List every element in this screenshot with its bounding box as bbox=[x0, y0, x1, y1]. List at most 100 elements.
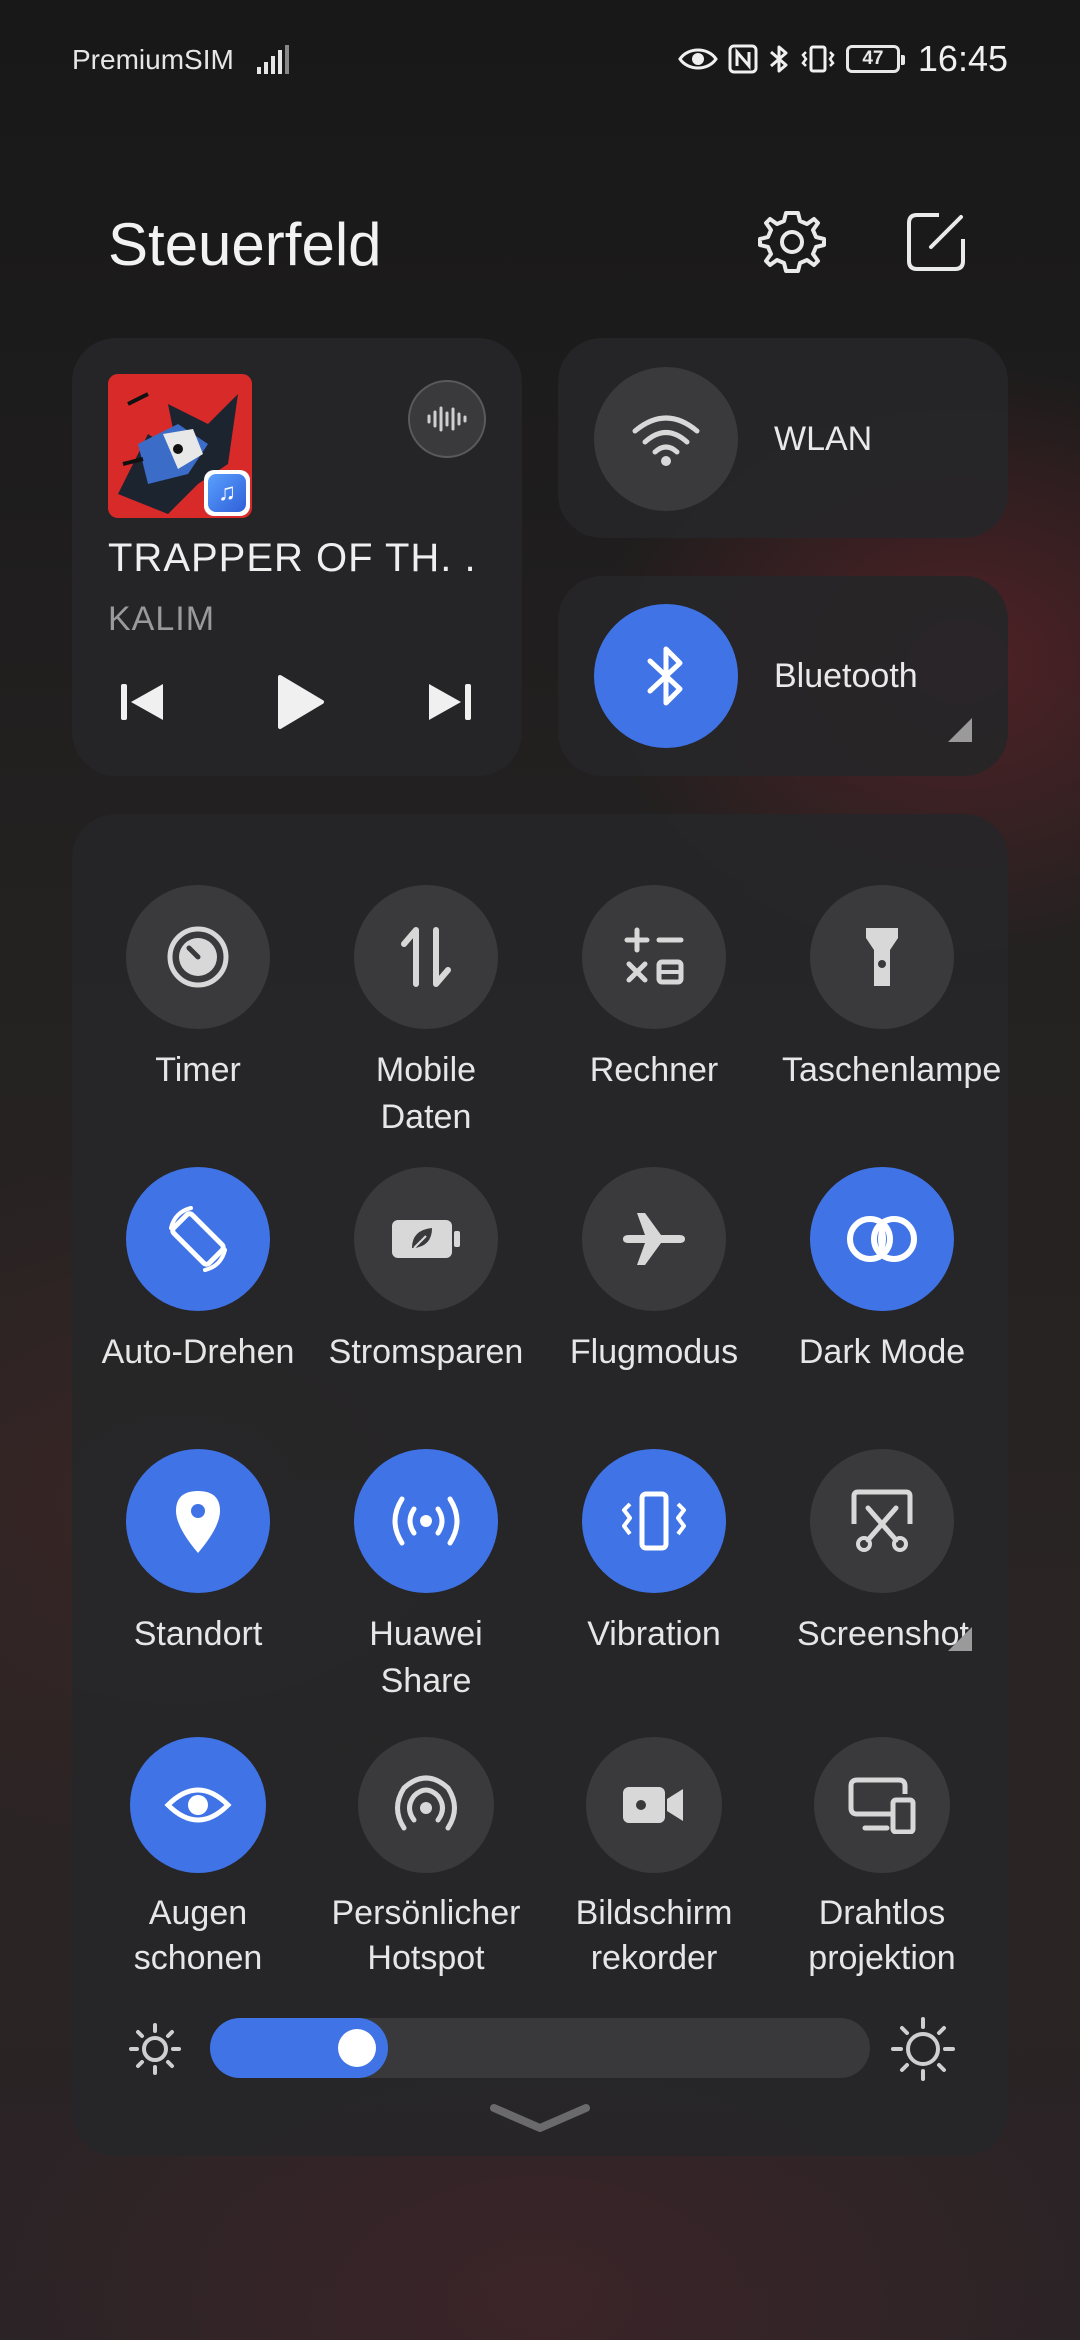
screenshot-toggle[interactable] bbox=[810, 1449, 954, 1593]
dark-mode-toggle[interactable] bbox=[810, 1167, 954, 1311]
wireless-projection-icon bbox=[848, 1777, 916, 1834]
play-icon bbox=[278, 675, 324, 729]
tile-label: Mobile Daten bbox=[375, 1051, 477, 1136]
tile-label: Screenshot bbox=[797, 1615, 969, 1653]
tile-label: Bildschirm rekorder bbox=[575, 1894, 733, 1977]
tile-battery-saver[interactable]: Stromsparen bbox=[311, 1167, 541, 1376]
battery-saver-toggle[interactable] bbox=[354, 1167, 498, 1311]
tile-eye-comfort[interactable]: Augen schonen bbox=[83, 1737, 313, 1981]
nfc-icon bbox=[728, 44, 758, 74]
screenshot-icon bbox=[851, 1489, 913, 1552]
airplane-mode-toggle[interactable] bbox=[582, 1167, 726, 1311]
settings-button[interactable] bbox=[751, 201, 833, 283]
huawei-share-toggle[interactable] bbox=[354, 1449, 498, 1593]
screen-recorder-icon bbox=[623, 1787, 683, 1823]
tile-wireless-projection[interactable]: Drahtlos projektion bbox=[767, 1737, 997, 1981]
signal-icon bbox=[256, 45, 289, 74]
edit-icon bbox=[907, 213, 965, 271]
mobile-data-icon bbox=[401, 927, 451, 987]
wlan-label: WLAN bbox=[774, 420, 873, 458]
timer-toggle[interactable] bbox=[126, 885, 270, 1029]
brightness-high-icon bbox=[890, 2016, 956, 2087]
mobile-data-toggle[interactable] bbox=[354, 885, 498, 1029]
eye-comfort-icon bbox=[164, 1787, 232, 1823]
tile-location[interactable]: Standort bbox=[83, 1449, 313, 1658]
tile-label: Flugmodus bbox=[569, 1333, 739, 1371]
screen-recorder-toggle[interactable] bbox=[586, 1737, 722, 1873]
location-icon bbox=[176, 1491, 220, 1553]
tile-label: Auto-Drehen bbox=[101, 1333, 295, 1371]
tile-airplane-mode[interactable]: Flugmodus bbox=[539, 1167, 769, 1376]
collapse-handle[interactable] bbox=[488, 2100, 592, 2136]
eye-comfort-toggle[interactable] bbox=[130, 1737, 266, 1873]
tile-label: Drahtlos projektion bbox=[808, 1894, 956, 1977]
wireless-projection-toggle[interactable] bbox=[814, 1737, 950, 1873]
tile-hotspot[interactable]: Persönlicher Hotspot bbox=[311, 1737, 541, 1981]
tile-label: Vibration bbox=[587, 1615, 721, 1653]
auto-rotate-toggle[interactable] bbox=[126, 1167, 270, 1311]
status-left: PremiumSIM bbox=[72, 44, 290, 76]
tile-mobile-data[interactable]: Mobile Daten bbox=[311, 885, 541, 1141]
hotspot-toggle[interactable] bbox=[358, 1737, 494, 1873]
tile-screen-recorder[interactable]: Bildschirm rekorder bbox=[539, 1737, 769, 1981]
screenshot-expand-icon[interactable] bbox=[948, 1627, 972, 1651]
tile-vibration[interactable]: Vibration bbox=[539, 1449, 769, 1658]
flashlight-toggle[interactable] bbox=[810, 885, 954, 1029]
track-title: TRAPPER OF TH. . bbox=[108, 536, 477, 580]
edit-button[interactable] bbox=[895, 201, 977, 283]
dark-mode-icon bbox=[847, 1216, 917, 1262]
tile-label: Huawei Share bbox=[369, 1615, 483, 1700]
vibrate-icon bbox=[801, 45, 835, 73]
auto-rotate-icon bbox=[169, 1206, 227, 1272]
hotspot-icon bbox=[395, 1775, 457, 1831]
vibration-icon bbox=[622, 1491, 686, 1551]
clock: 16:45 bbox=[917, 38, 1008, 79]
airplane-icon bbox=[623, 1213, 685, 1265]
tile-flashlight[interactable]: Taschenlampe bbox=[767, 885, 1002, 1094]
calculator-toggle[interactable] bbox=[582, 885, 726, 1029]
carrier-label: PremiumSIM bbox=[72, 44, 234, 75]
tile-label: Standort bbox=[133, 1615, 263, 1653]
tile-label: Stromsparen bbox=[328, 1333, 524, 1371]
tile-dark-mode[interactable]: Dark Mode bbox=[767, 1167, 997, 1376]
battery-icon: 47 bbox=[845, 45, 905, 73]
tile-timer[interactable]: Timer bbox=[83, 885, 313, 1094]
tile-label: Rechner bbox=[589, 1051, 719, 1089]
next-icon bbox=[429, 684, 471, 720]
tile-auto-rotate[interactable]: Auto-Drehen bbox=[83, 1167, 313, 1376]
tile-huawei-share[interactable]: Huawei Share bbox=[311, 1449, 541, 1705]
vibration-toggle[interactable] bbox=[582, 1449, 726, 1593]
settings-icon bbox=[758, 211, 826, 273]
battery-saver-icon bbox=[392, 1220, 460, 1258]
next-button[interactable] bbox=[420, 672, 480, 732]
tile-label: Dark Mode bbox=[798, 1333, 966, 1371]
bluetooth-expand-icon[interactable] bbox=[948, 718, 972, 742]
tile-label: Timer bbox=[155, 1051, 241, 1089]
bluetooth-icon bbox=[769, 45, 788, 73]
play-button[interactable] bbox=[268, 670, 332, 734]
tile-label: Taschenlampe bbox=[782, 1051, 1002, 1089]
timer-icon bbox=[167, 926, 229, 988]
bluetooth-toggle[interactable] bbox=[594, 604, 738, 748]
location-toggle[interactable] bbox=[126, 1449, 270, 1593]
wlan-toggle[interactable] bbox=[594, 367, 738, 511]
previous-button[interactable] bbox=[112, 672, 172, 732]
wifi-icon bbox=[632, 415, 700, 466]
bluetooth-icon bbox=[647, 646, 683, 706]
calculator-icon bbox=[624, 927, 684, 985]
flashlight-icon bbox=[866, 928, 898, 986]
audio-output-button[interactable] bbox=[408, 380, 486, 458]
audio-waveform-icon bbox=[427, 406, 467, 432]
status-right: 47 16:45 bbox=[678, 38, 1008, 80]
huawei-share-icon bbox=[392, 1496, 460, 1546]
battery-level: 47 bbox=[862, 48, 884, 69]
brightness-slider-thumb[interactable] bbox=[338, 2029, 376, 2067]
tile-calculator[interactable]: Rechner bbox=[539, 885, 769, 1094]
bluetooth-label: Bluetooth bbox=[774, 657, 918, 695]
previous-icon bbox=[121, 684, 163, 720]
tile-label: Persönlicher Hotspot bbox=[331, 1894, 521, 1977]
music-app-badge-icon: ♫ bbox=[204, 470, 250, 516]
album-art[interactable]: ♫ bbox=[108, 374, 252, 518]
tile-label: Augen schonen bbox=[133, 1894, 263, 1977]
chevron-down-icon bbox=[490, 2104, 590, 2132]
